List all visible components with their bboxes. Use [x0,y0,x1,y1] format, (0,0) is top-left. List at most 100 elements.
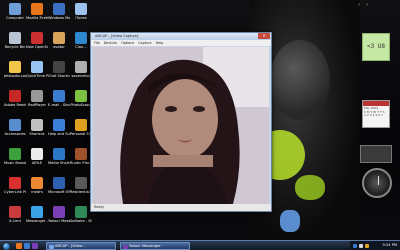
taskbar: AMCAP - [Video... Yahoo! Messenger 9:24 P… [0,240,400,250]
desktop-icon[interactable]: AIRLE [26,148,48,165]
menu-capture[interactable]: Capture [138,41,151,45]
desktop-icon[interactable]: Jetstudio.com [4,61,26,78]
desktop-icon[interactable]: X-Cent [4,206,26,223]
desktop-icon[interactable]: avatar [48,32,70,49]
desktop-icon[interactable]: PhotoScape [70,90,92,107]
desktop-icon[interactable]: Media Shortcut [48,148,70,165]
desktop-icon[interactable]: E-mail - Shortcut [48,90,70,107]
menu-options[interactable]: Options [121,41,134,45]
menu-file[interactable]: File [94,41,100,45]
desktop-icon-label: medi's [31,190,43,194]
person-video-image [93,47,269,204]
desktop-icon[interactable]: Help and Support [48,119,70,136]
desktop-icon-label: Windows Movie... [48,16,70,20]
desktop-icon[interactable]: Mozilla Firefox [26,3,48,20]
tray-clock[interactable]: 9:24 PM [383,243,397,247]
window-app-icon [49,244,54,249]
app-icon [9,177,21,189]
desktop-icon[interactable]: Residential Evil Shortcut [70,177,92,194]
desktop-icon[interactable]: CyberLink PowerDVD [4,177,26,194]
desktop-icon[interactable]: QuickTime Player [26,61,48,78]
desktop-icon-label: PhotoScape [70,103,92,107]
desktop-icon[interactable]: Shortcut [26,119,48,136]
taskbar-window-button[interactable]: AMCAP - [Video... [46,242,116,250]
quick-launch-icon[interactable] [32,243,38,249]
desktop-icon[interactable]: Personal Shortcut [70,119,92,136]
app-icon [53,61,65,73]
wallpaper-shape [270,40,330,120]
desktop-icon[interactable]: RadPlayer [26,90,48,107]
taskbar-button-label: AMCAP - [Video... [55,244,86,248]
desktop-icon-label: Media Shortcut [48,161,70,165]
app-icon [53,206,65,218]
menu-help[interactable]: Help [156,41,164,45]
calendar-line: 1 2 3 4 5 6 7 [364,113,384,117]
quick-launch [16,243,38,249]
desktop-icon-label: Music Broadband [4,161,26,165]
calendar-gadget[interactable]: Mar 2009 S M T W T F S 1 2 3 4 5 6 7 [362,100,390,128]
app-icon [31,32,43,44]
desktop-icon-label: Adobe Reader 8 [4,103,26,107]
app-icon [53,148,65,160]
app-icon [53,90,65,102]
desktop-icon[interactable]: Runtic Place Shortcut [70,148,92,165]
desktop-icon[interactable]: iTunes [70,3,92,20]
clock-gadget[interactable] [362,168,392,198]
desktop-icon-label: Jetstudio.com [4,74,26,78]
desktop-icon-label: Help and Support [48,132,70,136]
desktop: ComputerMozilla FirefoxWindows Movie... i… [0,0,400,240]
desktop-icon[interactable]: Clan... [70,32,92,49]
desktop-icon-label: QuickTime Player [26,74,48,78]
desktop-icon[interactable]: Recycle Bin [4,32,26,49]
menu-devices[interactable]: Devices [104,41,117,45]
desktop-icon[interactable]: Accessories [4,119,26,136]
desktop-icon[interactable]: saverdrive [70,61,92,78]
app-icon [9,206,21,218]
desktop-icon-label: Messenger - Shortcut [26,219,48,223]
desktop-icon[interactable]: Computer [4,3,26,20]
messenger-tray-icon[interactable] [365,244,369,248]
slideshow-gadget[interactable] [360,145,392,163]
desktop-icon[interactable]: Messenger - Shortcut [26,206,48,223]
notes-gadget[interactable]: <3 U8 [362,33,390,61]
app-icon [75,32,87,44]
app-icon [31,119,43,131]
desktop-icon[interactable]: Solitaire - Shortcut [70,206,92,223]
desktop-icon-label: iTunes [75,16,87,20]
desktop-icon-label: New OpenSnapt [26,45,48,49]
taskbar-window-button[interactable]: Yahoo! Messenger [120,242,190,250]
desktop-icon[interactable]: Music Broadband [4,148,26,165]
window-app-icon [123,244,128,249]
app-icon [31,148,43,160]
desktop-icon[interactable]: medi's [26,177,48,194]
desktop-icon[interactable]: New OpenSnapt [26,32,48,49]
desktop-icon[interactable]: Windows Movie... [48,3,70,20]
sidebar-next-button[interactable]: › [366,2,368,8]
desktop-icon[interactable]: Chat Shortcut [48,61,70,78]
desktop-icon[interactable]: Microsoft Office Work... [48,177,70,194]
close-button[interactable]: ✕ [258,33,270,39]
app-icon [53,32,65,44]
desktop-icon[interactable]: Yahoo! Messenger [48,206,70,223]
app-icon [31,177,43,189]
app-icon [75,90,87,102]
sidebar-prev-button[interactable]: ‹ [358,2,360,8]
desktop-icon[interactable]: Adobe Reader 8 [4,90,26,107]
webcam-window[interactable]: AMCAP - [Video Capture] ✕ File Devices O… [90,32,272,212]
quick-launch-icon[interactable] [24,243,30,249]
app-icon [31,61,43,73]
taskbar-button-label: Yahoo! Messenger [129,244,161,248]
window-titlebar[interactable]: AMCAP - [Video Capture] ✕ [91,33,271,40]
start-button[interactable] [2,242,11,250]
network-icon[interactable] [353,244,357,248]
desktop-icon-label: Yahoo! Messenger [48,219,70,223]
desktop-icon-label: Runtic Place Shortcut [70,161,92,165]
desktop-icon-label: Computer [6,16,24,20]
app-icon [75,3,87,15]
desktop-icon-label: avatar [53,45,65,49]
quick-launch-icon[interactable] [16,243,22,249]
desktop-icon-label: Microsoft Office Work... [48,190,70,194]
volume-icon[interactable] [359,244,363,248]
desktop-icon-label: AIRLE [31,161,43,165]
calendar-body: Mar 2009 S M T W T F S 1 2 3 4 5 6 7 [363,106,389,119]
